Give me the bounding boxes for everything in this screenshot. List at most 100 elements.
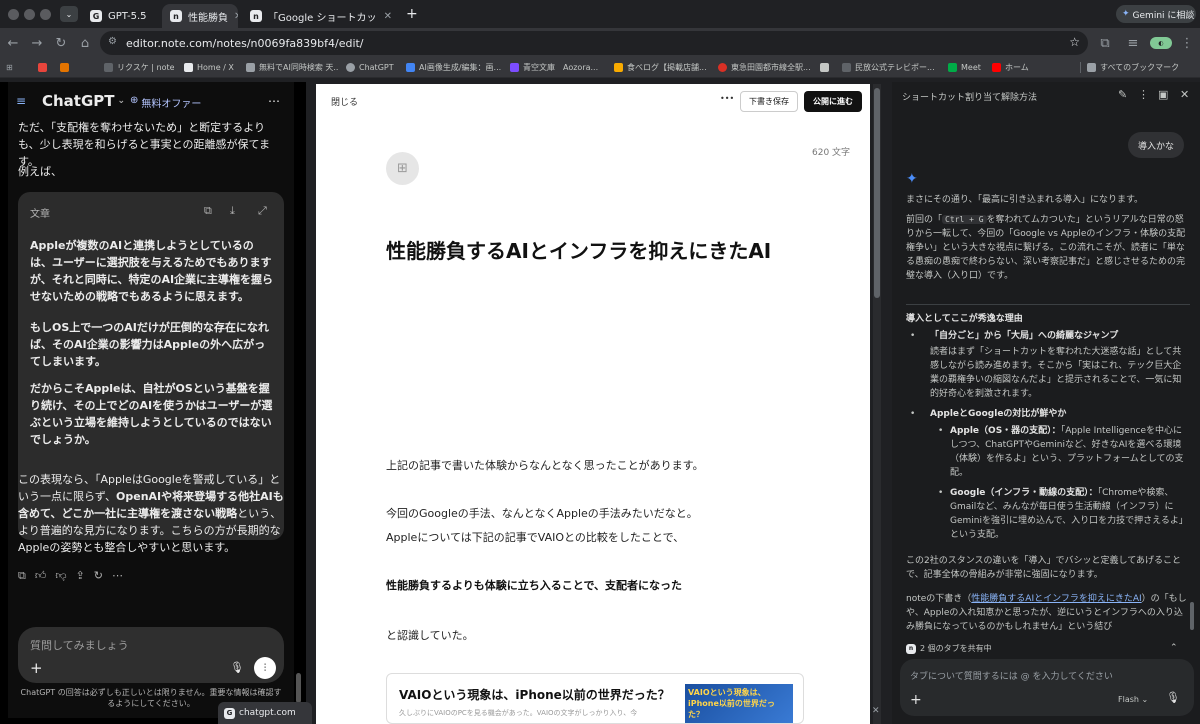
bookmark-rikusuke[interactable]: リクスケ | note bbox=[104, 62, 174, 73]
bookmark-tokyu[interactable]: 東急田園都市線全駅... bbox=[718, 62, 812, 73]
reload-icon[interactable]: ↻ bbox=[52, 34, 70, 52]
bookmark-shield[interactable] bbox=[820, 63, 833, 72]
extensions-icon[interactable]: ⧉ bbox=[1096, 34, 1114, 52]
scrollbar[interactable] bbox=[874, 88, 880, 298]
more-icon[interactable]: ⋮ bbox=[1138, 88, 1149, 101]
close-icon[interactable]: ✕ bbox=[872, 706, 880, 716]
article-title[interactable]: 性能勝負するAIとインフラを抑えにきたAI bbox=[386, 235, 826, 264]
copy-icon[interactable]: ⧉ bbox=[18, 569, 26, 583]
voice-mode-icon[interactable]: ⫶ bbox=[254, 657, 276, 679]
chat-composer[interactable]: 質問してみましょう + 🎙︎ ⫶ bbox=[18, 627, 284, 683]
panel-toggle-icon[interactable]: ▣ bbox=[1158, 88, 1168, 101]
minimize-window-button[interactable] bbox=[24, 9, 35, 20]
bookmark-ai-image[interactable]: AI画像生成/編集：画... bbox=[406, 62, 502, 73]
zoom-window-button[interactable] bbox=[40, 9, 51, 20]
bookmark-label: AI画像生成/編集：画... bbox=[419, 63, 502, 72]
bookmark-z[interactable] bbox=[38, 63, 51, 72]
chevron-up-icon[interactable]: ⌃ bbox=[1170, 643, 1178, 653]
apps-grid-icon[interactable]: ⊞ bbox=[6, 63, 13, 72]
more-options-button[interactable]: ••• bbox=[720, 94, 734, 103]
message-actions: ⧉ 👍︎ 👎︎ ⇪ ↻ ⋯ bbox=[18, 569, 123, 583]
back-arrow-icon[interactable]: ← bbox=[4, 34, 22, 52]
media-icon[interactable]: ≡ bbox=[1124, 34, 1142, 52]
menu-kebab-icon[interactable]: ⋮ bbox=[1178, 34, 1196, 52]
embed-thumbnail: VAIOという現象は、iPhone以前の世界だった？ bbox=[685, 684, 793, 723]
close-tab-icon[interactable]: ✕ bbox=[234, 11, 238, 22]
all-bookmarks[interactable]: すべてのブックマーク bbox=[1080, 62, 1198, 73]
save-draft-button[interactable]: 下書き保存 bbox=[740, 91, 798, 112]
close-tab-icon[interactable]: ✕ bbox=[384, 11, 392, 22]
bookmark-x-home[interactable]: Home / X bbox=[184, 63, 240, 72]
bookmark-aozora[interactable]: 青空文庫 Aozora... bbox=[510, 62, 606, 73]
scrollbar[interactable] bbox=[296, 673, 301, 703]
gemini-composer-area: n 2 個のタブを共有中 ⌃ タブについて質問するには @ を入力してください … bbox=[900, 639, 1194, 724]
chatgpt-panel: ≡ ChatGPT ⌄ ⊕ 無料オファー ⋯ ただ、「支配権を奪わせないため」と… bbox=[0, 82, 306, 724]
tab-note-draft[interactable]: n 性能勝負 ✕ bbox=[162, 4, 238, 28]
bookmark-m[interactable] bbox=[60, 63, 73, 72]
url-text: editor.note.com/notes/n0069fa839bf4/edit… bbox=[126, 36, 364, 50]
bullet-icon: • bbox=[910, 331, 916, 341]
regenerate-icon[interactable]: ↻ bbox=[94, 569, 103, 583]
chevron-down-icon: ⌄ bbox=[117, 96, 126, 106]
bookmark-tabelog[interactable]: 食べログ【掲載店舗... bbox=[614, 62, 710, 73]
article-paragraph[interactable]: Appleについては下記の記事でVAIOとの比較をしたことで、 bbox=[386, 529, 684, 545]
article-paragraph[interactable]: 今回のGoogleの手法、なんとなくAppleの手法みたいだなと。 bbox=[386, 505, 698, 521]
close-button[interactable]: 閉じる bbox=[331, 95, 358, 108]
bookmark-ai-search[interactable]: 無料でAI同時検索 天... bbox=[246, 62, 338, 73]
publish-button[interactable]: 公開に進む bbox=[804, 91, 862, 112]
share-icon[interactable]: ⇪ bbox=[76, 569, 85, 583]
forward-arrow-icon[interactable]: → bbox=[28, 34, 46, 52]
chatgpt-favicon-icon bbox=[346, 63, 355, 72]
home-icon[interactable]: ⌂ bbox=[76, 34, 94, 52]
shared-tabs-indicator[interactable]: n 2 個のタブを共有中 bbox=[906, 643, 992, 654]
new-tab-button[interactable]: + bbox=[406, 6, 418, 22]
model-selector[interactable]: ChatGPT ⌄ bbox=[42, 92, 125, 110]
gemini-input-box[interactable]: タブについて質問するには @ を入力してください + Flash ⌄ 🎙︎ bbox=[900, 659, 1194, 716]
plus-icon[interactable]: + bbox=[30, 659, 43, 677]
tab-search-chevron-icon[interactable]: ⌄ bbox=[60, 6, 78, 22]
scrollbar[interactable] bbox=[1190, 602, 1194, 630]
thumbs-down-icon[interactable]: 👎︎ bbox=[55, 569, 66, 583]
article-paragraph[interactable]: と認識していた。 bbox=[386, 627, 474, 643]
close-icon[interactable]: ✕ bbox=[1180, 88, 1189, 101]
model-selector[interactable]: Flash ⌄ bbox=[1118, 695, 1148, 704]
bookmark-label: Home / X bbox=[197, 63, 234, 72]
bookmark-label: 無料でAI同時検索 天... bbox=[259, 63, 338, 72]
note-draft-link[interactable]: 性能勝負するAIとインフラを抑えにきたAI bbox=[971, 594, 1141, 604]
bookmark-youtube[interactable]: ホーム bbox=[992, 62, 1038, 73]
sub-bullet-google: Google（インフラ・動線の支配）：「Chromeや検索、Gmailなど、みん… bbox=[950, 486, 1186, 542]
bookmark-meet[interactable]: Meet bbox=[948, 63, 988, 72]
tab-note-google-shortcut[interactable]: n 「Google ショートカット」の人 ✕ bbox=[242, 4, 400, 28]
gemini-input[interactable]: タブについて質問するには @ を入力してください bbox=[910, 669, 1113, 682]
free-offer-button[interactable]: ⊕ 無料オファー bbox=[130, 95, 201, 110]
download-icon[interactable]: ⤓ bbox=[230, 204, 235, 218]
new-chat-icon[interactable]: ⋯ bbox=[268, 94, 280, 108]
more-icon[interactable]: ⋯ bbox=[112, 569, 123, 583]
bookmark-label: 食べログ【掲載店舗... bbox=[627, 63, 707, 72]
tab-chatgpt[interactable]: G GPT-5.5 bbox=[82, 4, 160, 28]
bookmark-favicon-icon bbox=[842, 63, 851, 72]
chat-input[interactable]: 質問してみましょう bbox=[30, 637, 129, 653]
bookmark-tver[interactable]: 民放公式テレビポー... bbox=[842, 62, 936, 73]
address-bar[interactable]: ⚙ editor.note.com/notes/n0069fa839bf4/ed… bbox=[100, 31, 1088, 55]
bookmark-label: ホーム bbox=[1005, 63, 1029, 72]
new-chat-icon[interactable]: ✎ bbox=[1118, 88, 1127, 101]
microphone-icon[interactable]: 🎙︎ bbox=[230, 661, 244, 674]
plus-icon[interactable]: + bbox=[910, 692, 922, 708]
embed-card[interactable]: VAIOという現象は、iPhone以前の世界だった？ 久しぶりにVAIOのPCを… bbox=[386, 673, 804, 724]
site-info-icon[interactable]: ⚙ bbox=[108, 36, 117, 47]
gemini-button[interactable]: ✦ Gemini に相談 bbox=[1116, 5, 1196, 23]
bookmark-star-icon[interactable]: ☆ bbox=[1069, 35, 1080, 49]
message-outro: この表現なら、「AppleはGoogleを警戒している」という一点に限らず、Op… bbox=[18, 471, 284, 556]
expand-icon[interactable]: ⤢ bbox=[258, 204, 267, 218]
article-bold-paragraph[interactable]: 性能勝負するよりも体験に立ち入ることで、支配者になった bbox=[386, 577, 682, 593]
thumbs-up-icon[interactable]: 👍︎ bbox=[35, 569, 47, 583]
sidebar-toggle-icon[interactable]: ≡ bbox=[16, 94, 26, 108]
bookmark-chatgpt[interactable]: ChatGPT bbox=[346, 63, 398, 72]
profile-avatar-icon[interactable]: ◐ bbox=[1150, 37, 1172, 49]
article-paragraph[interactable]: 上記の記事で書いた体験からなんとなく思ったことがあります。 bbox=[386, 457, 704, 473]
add-image-icon[interactable]: ⊞ bbox=[386, 152, 419, 185]
close-window-button[interactable] bbox=[8, 9, 19, 20]
microphone-icon[interactable]: 🎙︎ bbox=[1166, 691, 1180, 704]
copy-icon[interactable]: ⧉ bbox=[204, 204, 212, 218]
